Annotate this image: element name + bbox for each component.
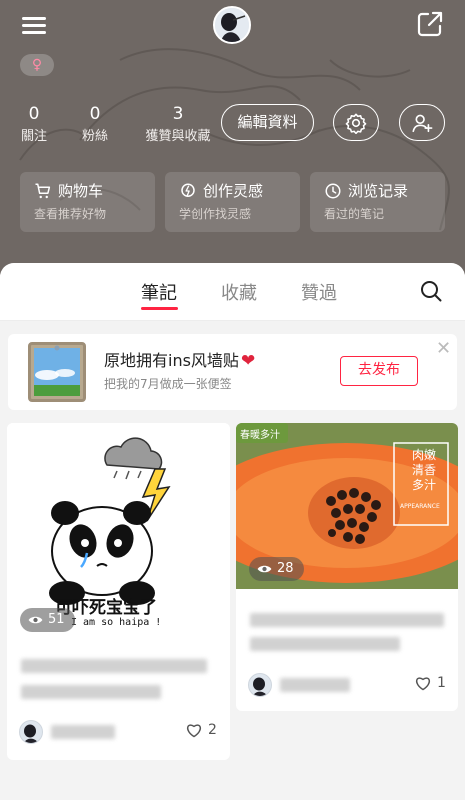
stat-label: 粉絲 <box>81 129 108 144</box>
quick-link-title: 创作灵感 <box>203 182 264 200</box>
promo-title: 原地拥有ins风墙贴 ❤ <box>104 351 256 371</box>
add-friend-button[interactable] <box>399 104 445 141</box>
promo-thumbnail <box>28 342 86 402</box>
heart-outline-icon <box>187 724 201 738</box>
note-overlay-text: 肉嫩 清香 多汁 <box>411 448 436 492</box>
blurred-title <box>250 613 444 627</box>
eye-icon <box>28 616 43 624</box>
cart-icon <box>35 183 51 199</box>
like-count: 1 <box>437 675 446 691</box>
share-icon <box>417 11 443 37</box>
eye-icon <box>257 565 272 573</box>
quick-link-title: 浏览记录 <box>348 182 409 200</box>
author-avatar[interactable] <box>19 720 43 744</box>
views-badge: 28 <box>249 557 304 581</box>
like-count: 2 <box>208 722 217 738</box>
profile-header: ♀ 0 關注 0 粉絲 3 獲贊與收藏 編輯資料 购物车 查看推荐好物 创作灵感… <box>0 0 465 275</box>
blurred-author <box>280 678 350 692</box>
views-badge: 51 <box>20 608 75 632</box>
stat-following[interactable]: 0 關注 <box>18 104 50 146</box>
promo-image <box>34 345 80 396</box>
quick-link-cart[interactable]: 购物车 查看推荐好物 <box>20 172 155 232</box>
menu-button[interactable] <box>20 12 50 38</box>
top-bar <box>0 0 465 52</box>
avatar[interactable] <box>213 6 251 44</box>
avatar-image <box>215 8 249 42</box>
blurred-author <box>51 725 115 739</box>
note-card[interactable]: 春暖多汁 肉嫩 清香 多汁 APPEARANCE 28 1 <box>236 423 458 711</box>
blurred-title <box>250 637 400 651</box>
search-icon <box>421 281 442 302</box>
heart-icon: ❤ <box>240 351 256 371</box>
tab-bar: 筆記 收藏 贊過 <box>0 263 465 321</box>
stat-count: 3 <box>172 104 184 124</box>
active-tab-indicator <box>141 307 178 310</box>
menu-icon <box>22 17 46 20</box>
quick-link-title: 购物车 <box>58 182 104 200</box>
views-count: 28 <box>277 561 294 576</box>
edit-profile-button[interactable]: 編輯資料 <box>221 104 314 141</box>
author-avatar[interactable] <box>248 673 272 697</box>
stat-followers[interactable]: 0 粉絲 <box>79 104 111 146</box>
note-overlay-en: APPEARANCE <box>400 503 440 510</box>
stat-count: 0 <box>89 104 101 124</box>
tab-notes[interactable]: 筆記 <box>141 279 177 305</box>
gear-icon <box>345 113 367 134</box>
settings-button[interactable] <box>333 104 379 141</box>
content-panel: 筆記 收藏 贊過 原地拥有ins风墙贴❤ 把我的7月做成一张便签 去发布 ✕ <box>0 263 465 800</box>
add-user-icon <box>412 114 433 132</box>
gender-badge: ♀ <box>20 54 54 76</box>
blurred-title <box>21 685 161 699</box>
stat-likes-collections[interactable]: 3 獲贊與收藏 <box>140 104 216 146</box>
views-count: 51 <box>48 612 65 627</box>
stat-label: 關注 <box>20 129 47 144</box>
promo-banner[interactable]: 原地拥有ins风墙贴 ❤ 把我的7月做成一张便签 去发布 ✕ <box>8 334 457 410</box>
promo-subtitle: 把我的7月做成一张便签 <box>104 377 232 391</box>
stat-count: 0 <box>28 104 40 124</box>
quick-link-subtitle: 学创作找灵感 <box>179 207 252 221</box>
close-icon[interactable]: ✕ <box>436 338 451 359</box>
search-button[interactable] <box>419 279 443 303</box>
blurred-title <box>21 659 207 673</box>
like-button[interactable]: 1 <box>414 675 446 691</box>
note-card[interactable]: 可吓死宝宝了 I am so haipa ! 51 2 <box>7 423 230 760</box>
publish-button[interactable]: 去发布 <box>340 356 418 386</box>
quick-link-inspiration[interactable]: 创作灵感 学创作找灵感 <box>165 172 300 232</box>
tab-liked[interactable]: 贊過 <box>301 279 337 305</box>
clock-icon <box>325 183 341 199</box>
quick-link-subtitle: 查看推荐好物 <box>34 207 107 221</box>
heart-outline-icon <box>416 677 430 691</box>
share-button[interactable] <box>416 10 444 38</box>
quick-link-history[interactable]: 浏览记录 看过的笔记 <box>310 172 445 232</box>
note-tag: 春暖多汁 <box>240 430 280 441</box>
stat-label: 獲贊與收藏 <box>145 129 211 144</box>
note-caption-en: I am so haipa ! <box>71 617 162 628</box>
tab-collections[interactable]: 收藏 <box>221 279 257 305</box>
like-button[interactable]: 2 <box>185 722 217 738</box>
quick-link-subtitle: 看过的笔记 <box>324 207 385 221</box>
bulb-icon <box>181 183 195 197</box>
